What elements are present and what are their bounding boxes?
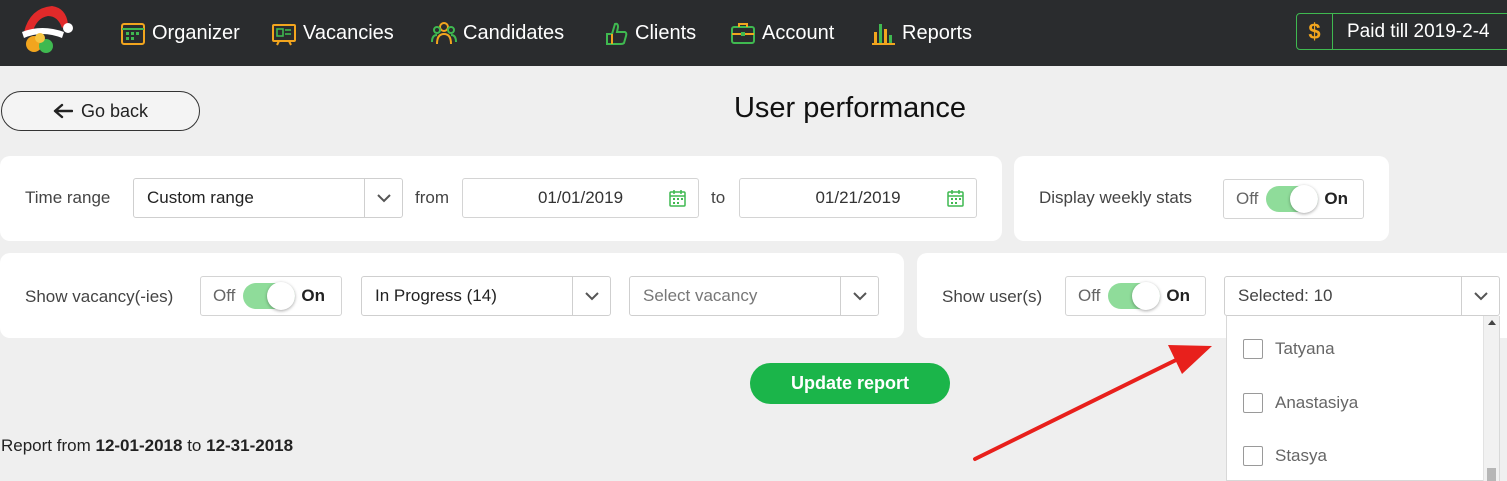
santa-hat-logo-icon[interactable] [16,2,74,56]
weekly-stats-toggle[interactable]: Off On [1223,179,1364,219]
toggle-on-label: On [1166,286,1190,305]
report-to-date: 12-31-2018 [206,436,294,455]
report-prefix: Report from [1,436,91,455]
dollar-icon: $ [1297,14,1333,49]
arrow-left-icon [53,103,73,119]
nav-candidates[interactable]: Candidates [431,18,564,48]
users-dropdown-list[interactable]: Tatyana Anastasiya Stasya [1226,316,1500,481]
hand-thumb-icon [606,22,628,45]
update-report-button[interactable]: Update report [750,363,950,404]
go-back-button[interactable]: Go back [1,91,200,131]
checkbox[interactable] [1243,339,1263,359]
user-option-label: Anastasiya [1275,393,1359,412]
nav-organizer[interactable]: Organizer [120,18,240,48]
bar-chart-icon [872,24,895,45]
calendar-icon[interactable] [669,190,686,207]
vacancy-board-icon [272,24,296,46]
date-to-input[interactable]: 01/21/2019 [739,178,977,218]
nav-vacancies[interactable]: Vacancies [271,18,394,48]
from-label: from [415,188,449,207]
report-from-date: 12-01-2018 [95,436,183,455]
user-option-stasya[interactable]: Stasya [1243,446,1327,466]
dropdown-scrollbar[interactable] [1483,316,1499,481]
user-option-tatyana[interactable]: Tatyana [1243,339,1335,359]
toggle-off-label: Off [213,286,236,305]
vacancy-status-select[interactable]: In Progress (14) [361,276,611,316]
nav-organizer-label: Organizer [152,21,240,44]
time-range-label: Time range [25,188,111,207]
weekly-stats-label: Display weekly stats [1039,188,1193,207]
checkbox[interactable] [1243,393,1263,413]
switch-knob [267,282,296,310]
user-option-label: Tatyana [1275,339,1335,358]
chevron-down-icon[interactable] [840,277,878,315]
vacancy-filter-card: Show vacancy(-ies) Off On In Progress (1… [0,253,904,338]
people-icon [431,22,457,45]
select-vacancy-placeholder: Select vacancy [643,286,758,305]
page-title: User performance [733,92,967,124]
show-users-toggle[interactable]: Off On [1065,276,1206,316]
calendar-icon [121,23,145,45]
nav-vacancies-label: Vacancies [303,21,394,44]
user-option-anastasiya[interactable]: Anastasiya [1243,393,1358,413]
toggle-off-label: Off [1236,189,1259,208]
calendar-icon[interactable] [947,190,964,207]
nav-reports-label: Reports [902,21,973,44]
nav-account-label: Account [762,21,835,44]
time-range-value: Custom range [147,188,254,207]
paid-till-text: Paid till 2019-2-4 [1347,20,1490,42]
users-selected-value: Selected: 10 [1238,286,1333,305]
to-label: to [711,188,726,207]
switch-knob [1132,282,1161,310]
switch-knob [1290,185,1319,213]
chevron-down-icon[interactable] [572,277,610,315]
weekly-stats-switch[interactable] [1266,185,1319,213]
date-from-input[interactable]: 01/01/2019 [462,178,699,218]
user-option-label: Stasya [1275,446,1327,465]
show-vacancy-toggle[interactable]: Off On [200,276,342,316]
toggle-on-label: On [301,286,325,305]
nav-candidates-label: Candidates [463,21,565,44]
vacancy-status-value: In Progress (14) [375,286,497,305]
scrollbar-thumb[interactable] [1487,468,1496,481]
checkbox[interactable] [1243,446,1263,466]
show-users-label: Show user(s) [942,287,1043,306]
date-from-value: 01/01/2019 [537,188,624,207]
toggle-off-label: Off [1078,286,1101,305]
chevron-down-icon[interactable] [364,179,402,217]
time-range-card: Time range Custom range from 01/01/2019 … [0,156,1002,241]
toggle-on-label: On [1324,189,1348,208]
report-to-word: to [187,436,202,455]
show-vacancy-switch[interactable] [243,282,296,310]
users-select[interactable]: Selected: 10 [1224,276,1500,316]
select-vacancy-dropdown[interactable]: Select vacancy [629,276,879,316]
paid-till-badge[interactable]: $ Paid till 2019-2-4 [1296,13,1507,50]
show-users-switch[interactable] [1108,282,1161,310]
top-navigation-bar: Organizer Vacancies Candidates Clients A… [0,0,1507,66]
briefcase-icon [731,23,755,44]
time-range-select[interactable]: Custom range [133,178,403,218]
show-vacancy-label: Show vacancy(-ies) [25,287,174,306]
report-range-text: Report from 12-01-2018 to 12-31-2018 [1,436,293,456]
scroll-up-arrow-icon[interactable] [1488,320,1496,325]
nav-reports[interactable]: Reports [870,18,972,48]
date-to-value: 01/21/2019 [815,188,901,207]
nav-clients[interactable]: Clients [603,18,696,48]
nav-clients-label: Clients [635,21,697,44]
go-back-label: Go back [80,100,149,121]
weekly-stats-card: Display weekly stats Off On [1014,156,1389,241]
chevron-down-icon[interactable] [1461,277,1499,315]
nav-account[interactable]: Account [730,18,834,48]
